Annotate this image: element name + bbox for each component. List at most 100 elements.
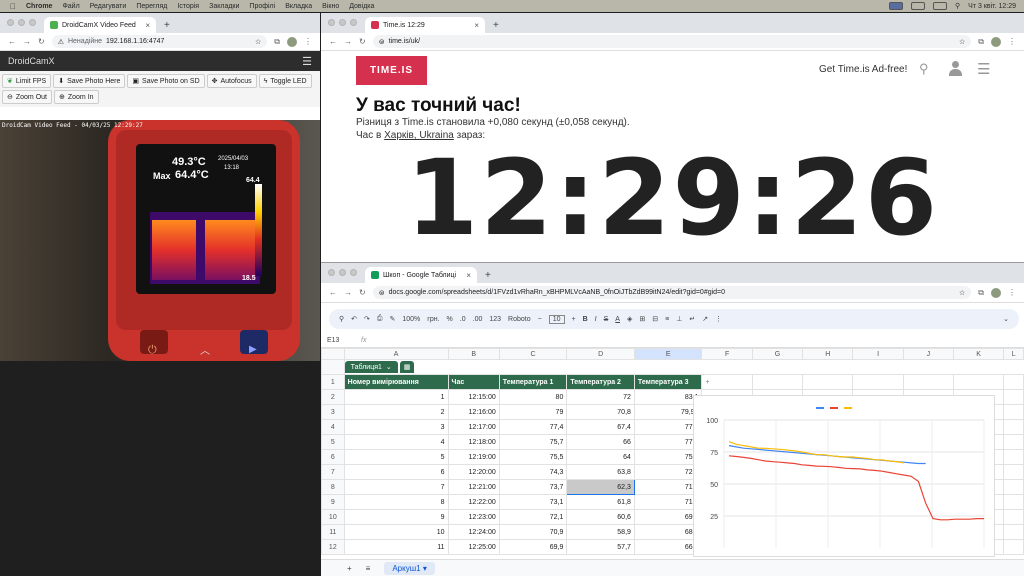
table-cell[interactable]: 9 [343, 509, 449, 525]
zoom-out-button[interactable]: ⊖ Zoom Out [2, 90, 52, 104]
empty-cell[interactable] [1003, 464, 1024, 480]
table-options-icon[interactable]: ▦ [399, 360, 415, 373]
column-header[interactable]: K [952, 348, 1005, 360]
header-cell[interactable]: Номер вимірювання [343, 374, 449, 390]
row-number[interactable]: 8 [321, 479, 345, 495]
line-chart[interactable]: 100 75 50 25 [693, 395, 995, 557]
table-cell[interactable]: 12:22:00 [447, 494, 500, 510]
empty-cell[interactable] [1003, 389, 1024, 405]
table-cell[interactable]: 71,1 [633, 479, 703, 495]
table-cell[interactable]: 12:16:00 [447, 404, 500, 420]
table-cell[interactable]: 70,9 [498, 524, 568, 540]
empty-cell[interactable] [1003, 449, 1024, 465]
strikethrough-icon[interactable]: S [604, 316, 609, 323]
font-select[interactable]: Roboto [508, 316, 531, 323]
header-cell[interactable]: Температура 2 [566, 374, 635, 390]
table-cell[interactable]: 62,3 [566, 479, 635, 495]
menu-dots-icon[interactable]: ⋮ [304, 37, 312, 46]
table-cell[interactable]: 60,6 [566, 509, 635, 525]
table-cell[interactable]: 69,9 [498, 539, 568, 555]
timeis-logo[interactable]: TIME.IS [356, 56, 427, 85]
more-formats[interactable]: 123 [489, 316, 501, 323]
table-cell[interactable]: 77,9 [633, 419, 703, 435]
table-cell[interactable]: 72,1 [498, 509, 568, 525]
row-number[interactable]: 12 [321, 539, 345, 555]
browser-tab[interactable]: Шкоп - Google Таблиці × [365, 267, 477, 283]
menubar-clock[interactable]: Чт 3 квіт. 12:29 [968, 3, 1016, 10]
table-cell[interactable]: 5 [343, 449, 449, 465]
table-cell[interactable]: 6 [343, 464, 449, 480]
table-cell[interactable]: 12:17:00 [447, 419, 500, 435]
battery-icon[interactable] [933, 2, 948, 10]
column-header[interactable]: L [1003, 348, 1024, 360]
table-name-chip[interactable]: Таблиця1 ⌄ [344, 361, 398, 374]
table-cell[interactable]: 61,8 [566, 494, 635, 510]
new-tab-icon[interactable]: + [164, 20, 170, 31]
undo-icon[interactable]: ↶ [351, 315, 357, 323]
table-cell[interactable]: 3 [343, 419, 449, 435]
table-cell[interactable]: 12:15:00 [447, 389, 500, 405]
window-controls[interactable] [328, 269, 357, 276]
column-header[interactable]: J [902, 348, 954, 360]
menu-dots-icon[interactable]: ⋮ [1008, 288, 1016, 297]
user-icon[interactable] [948, 61, 962, 76]
bookmark-star-icon[interactable]: ☆ [959, 38, 965, 46]
search-icon[interactable]: ⚲ [955, 2, 960, 10]
row-number[interactable]: 2 [321, 389, 345, 405]
rotate-icon[interactable]: ↗ [702, 315, 708, 323]
table-cell[interactable]: 75,5 [498, 449, 568, 465]
column-header[interactable]: I [852, 348, 904, 360]
fill-color-icon[interactable]: ◈ [627, 315, 632, 323]
table-cell[interactable]: 75,9 [633, 449, 703, 465]
empty-cell[interactable] [1003, 419, 1024, 435]
column-header[interactable]: G [751, 348, 804, 360]
window-controls[interactable] [7, 19, 36, 26]
url-field[interactable]: ⊜ docs.google.com/spreadsheets/d/1FVzd1v… [372, 286, 972, 299]
menu-item[interactable]: Файл [62, 3, 79, 10]
redo-icon[interactable]: ↷ [364, 315, 370, 323]
back-icon[interactable]: ← [8, 37, 16, 46]
table-cell[interactable]: 77,1 [633, 434, 703, 450]
table-cell[interactable]: 4 [343, 434, 449, 450]
reload-icon[interactable]: ↻ [38, 37, 45, 46]
column-header[interactable]: E [633, 348, 703, 360]
status-icon[interactable] [911, 2, 926, 10]
table-cell[interactable]: 75,7 [498, 434, 568, 450]
table-cell[interactable]: 70,8 [566, 404, 635, 420]
table-cell[interactable]: 72 [566, 389, 635, 405]
apple-icon[interactable]:  [10, 2, 16, 11]
row-number[interactable]: 6 [321, 449, 345, 465]
valign-icon[interactable]: ⊥ [676, 315, 682, 323]
extensions-icon[interactable]: ⧉ [978, 288, 984, 298]
window-controls[interactable] [328, 19, 357, 26]
header-cell[interactable]: Температура 3 [633, 374, 703, 390]
close-tab-icon[interactable]: × [145, 21, 150, 30]
url-field[interactable]: ⊜ time.is/uk/ ☆ [372, 35, 972, 48]
forward-icon[interactable]: → [344, 288, 352, 297]
menu-item[interactable]: Профілі [249, 3, 275, 10]
bookmark-star-icon[interactable]: ☆ [255, 38, 261, 46]
table-cell[interactable]: 80 [498, 389, 568, 405]
reload-icon[interactable]: ↻ [359, 288, 366, 297]
table-cell[interactable]: 12:24:00 [447, 524, 500, 540]
column-header[interactable]: C [498, 348, 568, 360]
browser-tab[interactable]: DroidCamX Video Feed × [44, 17, 156, 33]
column-header[interactable]: F [701, 348, 753, 360]
empty-cell[interactable] [1003, 539, 1024, 555]
decrease-decimal[interactable]: .0 [460, 316, 466, 323]
browser-tab[interactable]: Time.is 12:29 × [365, 17, 485, 33]
limit-fps-button[interactable]: ❦ Limit FPS [2, 74, 52, 88]
table-cell[interactable]: 11 [343, 539, 449, 555]
row-number[interactable]: 7 [321, 464, 345, 480]
header-cell[interactable]: Час [447, 374, 500, 390]
profile-avatar[interactable] [991, 36, 1001, 47]
table-cell[interactable]: 68,8 [633, 524, 703, 540]
menu-item[interactable]: Перегляд [136, 3, 167, 10]
extensions-icon[interactable]: ⧉ [978, 37, 984, 47]
url-field[interactable]: ⚠ Ненадійне 192.168.1.16:4747 ☆ [51, 35, 268, 48]
table-cell[interactable]: 63,8 [566, 464, 635, 480]
table-cell[interactable]: 83,1 [633, 389, 703, 405]
status-icon[interactable] [889, 2, 904, 10]
table-cell[interactable]: 72,9 [633, 464, 703, 480]
column-header[interactable]: A [343, 348, 449, 360]
